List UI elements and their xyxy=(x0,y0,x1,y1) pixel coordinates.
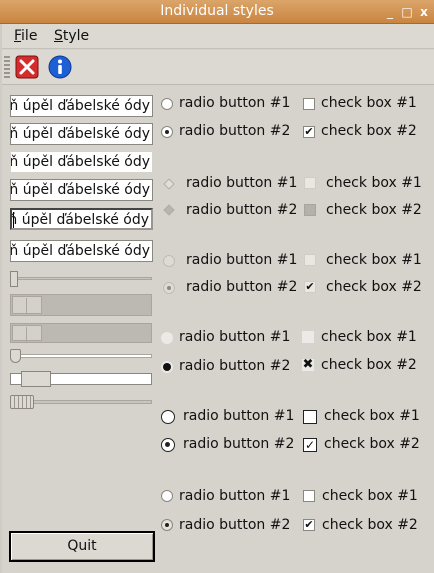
g5-radio-2-label: radio button #2 xyxy=(183,436,295,452)
line-edit-4[interactable]: iň úpěl ďábelské ódy xyxy=(10,179,153,201)
slider-4-handle[interactable] xyxy=(10,395,34,409)
line-edit-2[interactable]: iň úpěl ďábelské ódy xyxy=(10,123,153,145)
scrollbar-2-thumb[interactable] xyxy=(12,325,42,343)
g3-radio-2[interactable] xyxy=(163,282,175,294)
g1-checkbox-1[interactable] xyxy=(303,98,315,110)
menu-style[interactable]: Style xyxy=(54,28,89,44)
g2-radio-2[interactable] xyxy=(163,204,175,216)
g6-radio-1-label: radio button #1 xyxy=(179,488,291,504)
line-edit-1-text: iň úpěl ďábelské ódy xyxy=(10,98,150,114)
g6-radio-2[interactable] xyxy=(161,519,173,531)
g2-checkbox-1[interactable] xyxy=(304,177,316,189)
line-edit-5[interactable]: iň úpěl ďábelské ódy xyxy=(10,208,153,230)
g1-checkbox-2-label: check box #2 xyxy=(321,123,417,139)
g1-radio-2[interactable] xyxy=(161,126,173,138)
g3-radio-2-label: radio button #2 xyxy=(186,279,298,295)
toolbar-grip[interactable] xyxy=(4,56,10,80)
g4-checkbox-1[interactable] xyxy=(302,331,314,343)
toolbar xyxy=(0,50,434,85)
close-window-icon[interactable]: x xyxy=(416,4,432,20)
slider-1-track[interactable] xyxy=(10,277,152,280)
g2-checkbox-1-label: check box #1 xyxy=(326,175,422,191)
g3-checkbox-1[interactable] xyxy=(304,254,316,266)
scrollbar-1-thumb[interactable] xyxy=(12,296,42,314)
menu-file[interactable]: File xyxy=(14,28,37,44)
window-title: Individual styles xyxy=(160,3,274,19)
menu-style-label: tyle xyxy=(62,28,90,44)
g1-checkbox-1-label: check box #1 xyxy=(321,95,417,111)
g3-checkbox-1-label: check box #1 xyxy=(326,252,422,268)
line-edit-6-text: iň úpěl ďábelské ódy xyxy=(10,243,150,259)
g4-checkbox-2-label: check box #2 xyxy=(321,357,417,373)
g1-radio-1-label: radio button #1 xyxy=(179,95,291,111)
g2-checkbox-2-label: check box #2 xyxy=(326,202,422,218)
menubar: File Style xyxy=(0,24,434,49)
line-edit-1[interactable]: iň úpěl ďábelské ódy xyxy=(10,95,153,117)
g5-radio-1-label: radio button #1 xyxy=(183,408,295,424)
g4-checkbox-2[interactable]: ✖ xyxy=(302,358,314,371)
g6-checkbox-2[interactable]: ✔ xyxy=(303,519,315,531)
minimize-icon[interactable]: _ xyxy=(382,4,398,20)
maximize-icon[interactable]: □ xyxy=(399,4,415,20)
g3-checkbox-2[interactable]: ✔ xyxy=(304,281,316,293)
quit-button[interactable]: Quit xyxy=(9,531,155,562)
line-edit-2-text: iň úpěl ďábelské ódy xyxy=(10,126,150,142)
scrollbar-2[interactable] xyxy=(10,323,152,343)
g6-checkbox-1-label: check box #1 xyxy=(322,488,418,504)
slider-3-handle[interactable] xyxy=(21,371,51,387)
g5-checkbox-1-label: check box #1 xyxy=(324,408,420,424)
g6-checkbox-2-label: check box #2 xyxy=(322,517,418,533)
g6-radio-1[interactable] xyxy=(161,490,173,502)
g1-radio-2-label: radio button #2 xyxy=(179,123,291,139)
g2-radio-2-label: radio button #2 xyxy=(186,202,298,218)
g6-checkbox-1[interactable] xyxy=(303,490,315,502)
g5-checkbox-2-label: check box #2 xyxy=(324,436,420,452)
g1-radio-1[interactable] xyxy=(161,98,173,110)
g5-checkbox-2[interactable]: ✓ xyxy=(303,438,317,452)
close-icon[interactable] xyxy=(15,55,39,79)
g4-radio-1-label: radio button #1 xyxy=(179,329,291,345)
window-frame-edge xyxy=(0,24,2,573)
g3-radio-1[interactable] xyxy=(163,255,175,267)
g6-radio-2-label: radio button #2 xyxy=(179,517,291,533)
g1-checkbox-2[interactable]: ✔ xyxy=(303,126,315,138)
line-edit-5-text: iň úpěl ďábelské ódy xyxy=(10,212,149,228)
window-titlebar[interactable]: Individual styles _ □ x xyxy=(0,0,434,24)
line-edit-3[interactable]: iň úpěl ďábelské ódy xyxy=(10,151,153,173)
menu-file-mnemonic: F xyxy=(14,28,22,44)
line-edit-3-text: iň úpěl ďábelské ódy xyxy=(10,154,150,170)
info-icon[interactable] xyxy=(48,55,72,79)
menu-style-mnemonic: S xyxy=(54,28,63,44)
g5-radio-1[interactable] xyxy=(161,410,175,424)
g2-radio-1-label: radio button #1 xyxy=(186,175,298,191)
g5-radio-2[interactable] xyxy=(161,438,175,452)
g3-radio-1-label: radio button #1 xyxy=(186,252,298,268)
g4-radio-2[interactable] xyxy=(161,361,173,373)
slider-2-track[interactable] xyxy=(10,354,152,358)
line-edit-6[interactable]: iň úpěl ďábelské ódy xyxy=(10,240,153,262)
slider-2-handle[interactable] xyxy=(10,349,21,363)
g3-checkbox-2-label: check box #2 xyxy=(326,279,422,295)
g4-radio-1[interactable] xyxy=(161,332,173,344)
g2-radio-1[interactable] xyxy=(163,178,175,190)
g2-checkbox-2[interactable] xyxy=(304,204,316,216)
g4-checkbox-1-label: check box #1 xyxy=(321,329,417,345)
g4-radio-2-label: radio button #2 xyxy=(179,358,291,374)
g5-checkbox-1[interactable] xyxy=(303,410,317,424)
line-edit-4-text: iň úpěl ďábelské ódy xyxy=(10,182,150,198)
menu-file-label: ile xyxy=(21,28,38,44)
scrollbar-1[interactable] xyxy=(10,294,152,316)
slider-1-handle[interactable] xyxy=(10,271,18,287)
